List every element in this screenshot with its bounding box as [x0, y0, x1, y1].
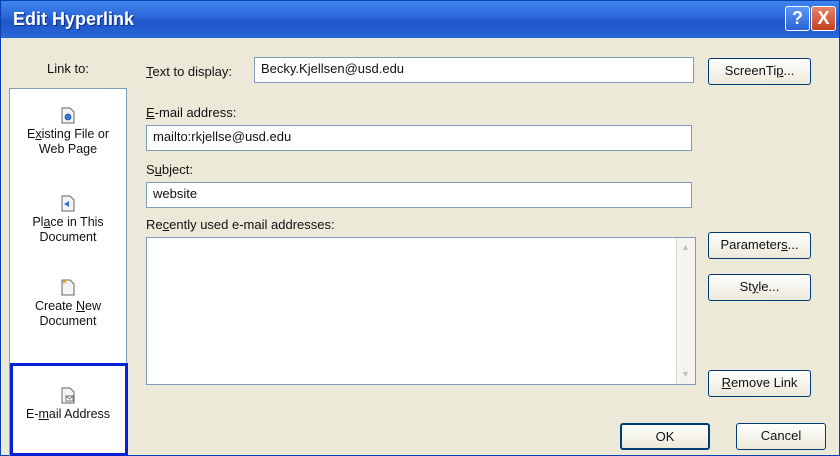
email-label-key: E [146, 105, 155, 120]
text-to-display-input[interactable]: Becky.Kjellsen@usd.edu [254, 57, 694, 83]
nav-create-key: N [75, 299, 86, 313]
create-new-document-icon [61, 279, 75, 296]
parameters-button[interactable]: Parameters... [708, 232, 811, 259]
subject-label-pre: S [146, 162, 155, 177]
parameters-rest: ... [787, 237, 799, 252]
text-to-display-rest: ext to display: [152, 64, 233, 79]
screentip-button[interactable]: ScreenTip... [708, 58, 811, 85]
nav-place-pre: Pl [32, 215, 44, 229]
selection-highlight [10, 363, 128, 456]
remove-link-rest: emove Link [730, 375, 798, 390]
scroll-up-arrow-icon[interactable]: ▲ [679, 241, 692, 254]
nav-create-line1: Create [34, 299, 76, 313]
edit-hyperlink-dialog: Edit Hyperlink ? X Link to: Existing Fil… [0, 0, 840, 456]
remove-link-button[interactable]: Remove Link [708, 370, 811, 397]
text-to-display-label: Text to display: [146, 64, 232, 79]
style-rest: le... [758, 279, 780, 294]
cancel-button[interactable]: Cancel [736, 423, 826, 450]
place-in-document-icon [61, 195, 75, 212]
close-button[interactable]: X [811, 6, 836, 31]
existing-file-icon [61, 107, 75, 124]
recent-label-pre: Re [146, 217, 163, 232]
recent-addresses-scrollbar[interactable]: ▲ ▼ [676, 238, 695, 384]
style-pre: St [739, 279, 752, 294]
email-label-rest: -mail address: [154, 105, 237, 120]
subject-input[interactable]: website [146, 182, 692, 208]
nav-place-in-this-document[interactable]: Place in This Document [10, 195, 126, 245]
email-address-label: E-mail address: [146, 105, 236, 120]
nav-existing-rest: isting File or [41, 127, 109, 141]
scroll-down-arrow-icon[interactable]: ▼ [679, 368, 692, 381]
recent-addresses-label: Recently used e-mail addresses: [146, 217, 335, 232]
remove-link-key: R [721, 375, 731, 390]
nav-place-rest: ce in This [50, 215, 104, 229]
nav-create-new-document[interactable]: Create New Document [10, 279, 126, 329]
dialog-title: Edit Hyperlink [13, 9, 135, 29]
parameters-pre: Parameter [720, 237, 782, 252]
nav-existing-line2: Web Page [38, 142, 98, 156]
nav-existing-file-or-web-page[interactable]: Existing File or Web Page [10, 107, 126, 157]
subject-label-key: u [154, 162, 162, 177]
link-to-label: Link to: [47, 61, 89, 76]
subject-label-rest: bject: [161, 162, 193, 177]
title-bar: Edit Hyperlink ? X [1, 1, 839, 38]
screentip-pre: ScreenTi [724, 63, 777, 78]
style-button[interactable]: Style... [708, 274, 811, 301]
nav-place-line2: Document [39, 230, 97, 244]
recent-addresses-list[interactable]: ▲ ▼ [146, 237, 696, 385]
subject-label: Subject: [146, 162, 193, 177]
nav-create-rest: ew [85, 299, 101, 313]
email-address-input[interactable]: mailto:rkjellse@usd.edu [146, 125, 692, 151]
screentip-rest: ... [783, 63, 795, 78]
ok-button[interactable]: OK [620, 423, 710, 450]
recent-label-rest: ently used e-mail addresses: [169, 217, 335, 232]
help-button[interactable]: ? [785, 6, 810, 31]
nav-create-line2: Document [39, 314, 97, 328]
